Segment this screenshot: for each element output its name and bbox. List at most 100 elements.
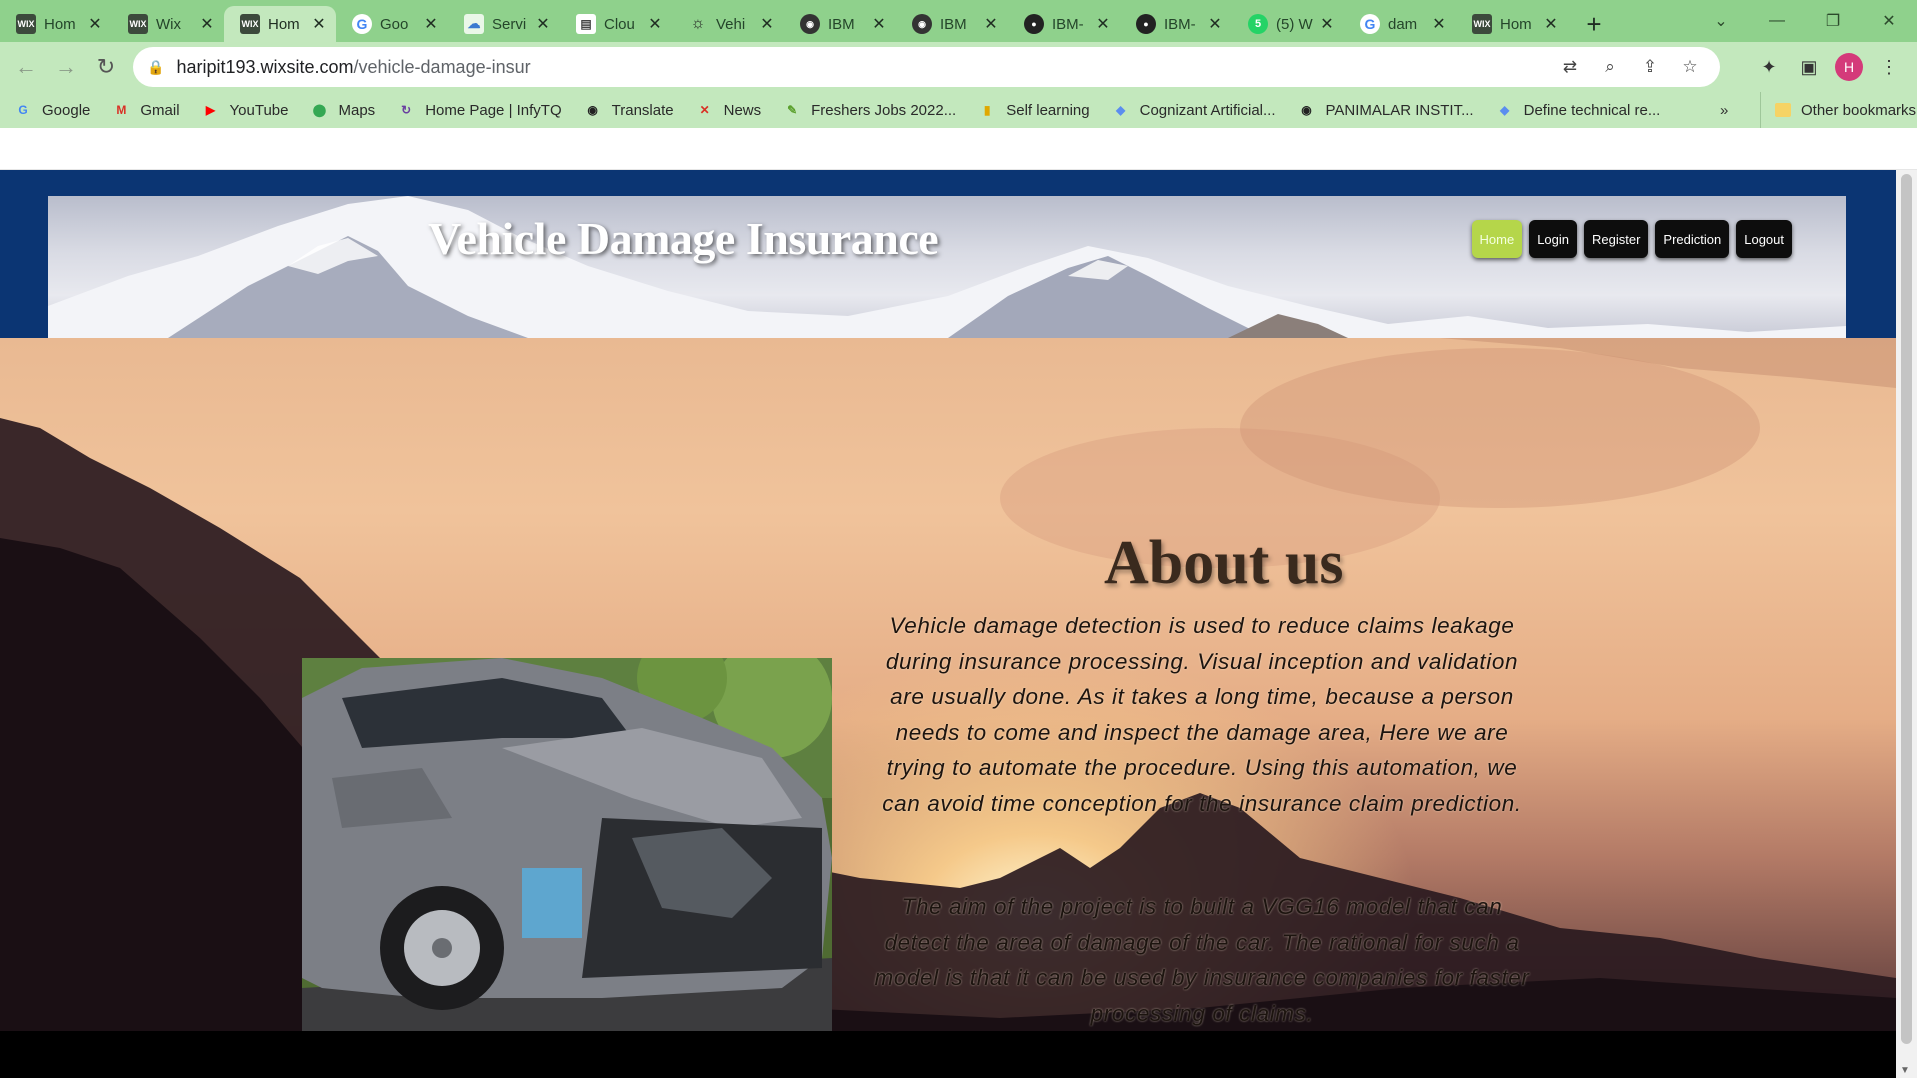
browser-tab[interactable]: WIX Hom ✕ (224, 6, 336, 42)
close-window-button[interactable]: ✕ (1861, 11, 1917, 31)
bookmark-item[interactable]: M Gmail (112, 101, 179, 119)
browser-tab[interactable]: ● IBM- ✕ (1120, 6, 1232, 42)
wix-icon: WIX (240, 14, 260, 34)
bookmark-item[interactable]: ✕ News (696, 101, 762, 119)
tab-close-icon[interactable]: ✕ (1430, 14, 1448, 34)
tab-close-icon[interactable]: ✕ (1094, 14, 1112, 34)
tab-title: Hom (1500, 15, 1532, 33)
scroll-down-arrow-icon[interactable]: ▼ (1900, 1065, 1910, 1076)
other-bookmarks-folder[interactable]: Other bookmarks (1760, 92, 1916, 128)
translate-icon[interactable]: ⇄ (1550, 57, 1590, 77)
profile-avatar[interactable]: H (1835, 53, 1863, 81)
browser-toolbar: ← → ↻ 🔒 haripit193.wixsite.com/vehicle-d… (0, 42, 1917, 92)
browser-tab[interactable]: ◉ IBM ✕ (784, 6, 896, 42)
browser-tab[interactable]: ◉ IBM ✕ (896, 6, 1008, 42)
folder-icon (1775, 103, 1791, 117)
nav-logout[interactable]: Logout (1736, 220, 1792, 258)
bookmark-item[interactable]: ↻ Home Page | InfyTQ (397, 101, 561, 119)
gmail-icon: M (116, 103, 127, 117)
bookmark-item[interactable]: ▶ YouTube (202, 101, 289, 119)
tab-close-icon[interactable]: ✕ (870, 14, 888, 34)
tab-strip: WIX Hom ✕ WIX Wix ✕ WIX Hom ✕ G Goo ✕ ☁ Servi ✕ ▤ Clou ✕ ☼… (0, 0, 1917, 42)
bookmarks-bar: G Google M Gmail ▶ YouTube ⬤ Maps ↻ Home Page | I… (0, 92, 1917, 128)
about-paragraph-1: Vehicle damage detection is used to redu… (882, 613, 1522, 816)
bookmark-label: Cognizant Artificial... (1139, 101, 1276, 119)
maps-icon: ⬤ (312, 103, 327, 117)
nav-prediction[interactable]: Prediction (1655, 220, 1730, 258)
diamond-icon: ◆ (1115, 103, 1126, 117)
address-bar[interactable]: 🔒 haripit193.wixsite.com/vehicle-damage-… (133, 47, 1720, 87)
back-button[interactable]: ← (6, 54, 46, 80)
tab-title: (5) W (1276, 15, 1313, 33)
browser-tab[interactable]: WIX Wix ✕ (112, 6, 224, 42)
bookmark-item[interactable]: ◉ Translate (584, 101, 674, 119)
tab-title: Wix (156, 15, 181, 33)
bookmark-label: Google (42, 101, 91, 119)
nav-home[interactable]: Home (1471, 220, 1523, 258)
forward-button[interactable]: → (46, 54, 86, 80)
bookmark-item[interactable]: ◉ PANIMALAR INSTIT... (1298, 101, 1473, 119)
side-panel-icon[interactable]: ▣ (1789, 57, 1829, 78)
bookmark-item[interactable]: ▮ Self learning (978, 101, 1090, 119)
tab-close-icon[interactable]: ✕ (534, 14, 552, 34)
tab-close-icon[interactable]: ✕ (646, 14, 664, 34)
browser-tab[interactable]: ☁ Servi ✕ (448, 6, 560, 42)
tab-close-icon[interactable]: ✕ (422, 14, 440, 34)
menu-kebab-icon[interactable]: ⋮ (1869, 57, 1909, 78)
bookmark-item[interactable]: ✎ Freshers Jobs 2022... (783, 101, 956, 119)
globe-icon: ◉ (587, 103, 598, 117)
page-scrollbar[interactable]: ▼ (1896, 170, 1917, 1078)
whatsapp-icon: 5 (1248, 14, 1268, 34)
bookmark-label: Home Page | InfyTQ (425, 101, 562, 119)
lock-icon: 🔒 (147, 58, 165, 75)
site-title[interactable]: Vehicle Damage Insurance (428, 212, 939, 265)
tab-close-icon[interactable]: ✕ (198, 14, 216, 34)
browser-tab[interactable]: ☼ Vehi ✕ (672, 6, 784, 42)
restore-button[interactable]: ❐ (1805, 11, 1861, 31)
tab-title: Clou (604, 15, 635, 33)
browser-tab[interactable]: ● IBM- ✕ (1008, 6, 1120, 42)
browser-tab[interactable]: WIX Hom ✕ (0, 6, 112, 42)
tab-title: Goo (380, 15, 409, 33)
bookmark-label: Translate (611, 101, 674, 119)
browser-tab[interactable]: ▤ Clou ✕ (560, 6, 672, 42)
scrollbar-thumb[interactable] (1901, 174, 1912, 1044)
tab-title: IBM (940, 15, 967, 33)
bookmarks-overflow-button[interactable]: » (1720, 92, 1728, 128)
bookmark-item[interactable]: ◆ Define technical re... (1496, 101, 1660, 119)
wix-icon: WIX (128, 14, 148, 34)
tab-close-icon[interactable]: ✕ (86, 14, 104, 34)
browser-tab[interactable]: G Goo ✕ (336, 6, 448, 42)
reload-button[interactable]: ↻ (86, 54, 126, 80)
tab-close-icon[interactable]: ✕ (310, 14, 328, 34)
new-tab-button[interactable]: + (1576, 6, 1612, 42)
tab-close-icon[interactable]: ✕ (1318, 14, 1336, 34)
chart-icon: ▮ (983, 103, 991, 117)
bookmark-item[interactable]: ◆ Cognizant Artificial... (1112, 101, 1276, 119)
tab-search-icon[interactable]: ⌄ (1693, 11, 1749, 31)
bookmark-item[interactable]: G Google (14, 101, 90, 119)
minimize-button[interactable]: — (1749, 12, 1805, 30)
tab-close-icon[interactable]: ✕ (982, 14, 1000, 34)
bookmark-label: News (723, 101, 762, 119)
nav-register[interactable]: Register (1584, 220, 1649, 258)
bookmark-star-icon[interactable]: ☆ (1670, 57, 1710, 77)
damaged-car-image (302, 658, 832, 1031)
nav-login[interactable]: Login (1529, 220, 1577, 258)
url-path: /vehicle-damage-insur (353, 56, 531, 77)
url-text[interactable]: haripit193.wixsite.com/vehicle-damage-in… (176, 57, 530, 78)
bookmark-item[interactable]: ⬤ Maps (311, 101, 375, 119)
globe-icon: ◉ (912, 14, 932, 34)
window-controls: ⌄ — ❐ ✕ (1693, 0, 1917, 42)
cloud-icon: ☁ (464, 14, 484, 34)
extensions-icon[interactable]: ✦ (1749, 57, 1789, 78)
tab-close-icon[interactable]: ✕ (1206, 14, 1224, 34)
tab-close-icon[interactable]: ✕ (758, 14, 776, 34)
browser-tab[interactable]: Gdam ✕ (1344, 6, 1456, 42)
zoom-icon[interactable]: ⌕ (1590, 57, 1630, 77)
bookmark-label: YouTube (229, 101, 289, 119)
browser-tab[interactable]: WIX Hom ✕ (1456, 6, 1568, 42)
share-icon[interactable]: ⇪ (1630, 57, 1670, 77)
tab-close-icon[interactable]: ✕ (1542, 14, 1560, 34)
browser-tab[interactable]: 5 (5) W ✕ (1232, 6, 1344, 42)
